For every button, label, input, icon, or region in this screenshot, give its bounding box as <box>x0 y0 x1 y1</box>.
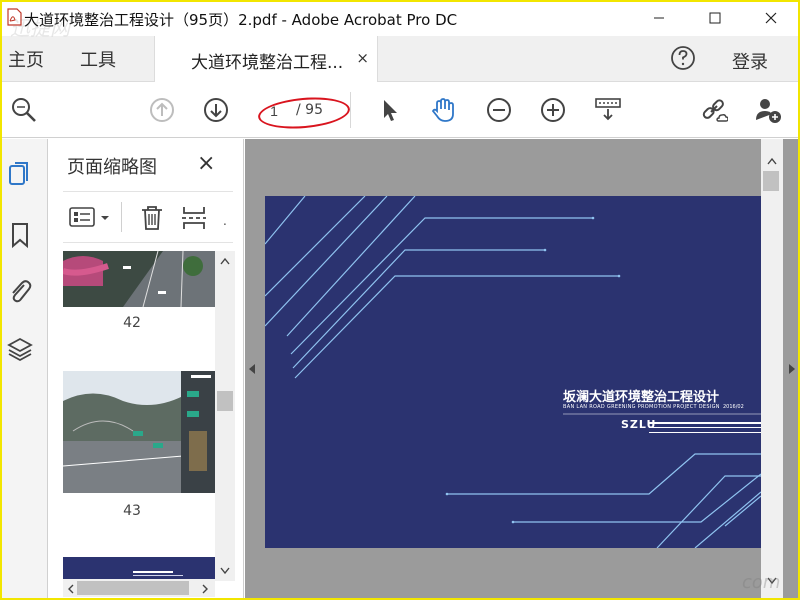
thumbnail-42-number: 42 <box>123 315 141 331</box>
collapse-left-panel-icon[interactable] <box>248 363 256 375</box>
thumbnail-list: 42 43 <box>49 251 215 587</box>
hand-tool-icon[interactable] <box>430 96 458 124</box>
document-view[interactable]: 坂澜大道环境整治工程设计 BAN LAN ROAD GREENING PROMO… <box>245 139 798 598</box>
previous-page-icon[interactable] <box>148 96 176 124</box>
tab-document[interactable]: 大道环境整治工程... × <box>154 36 378 82</box>
page-thumbnails-panel: 页面缩略图 × . 42 43 <box>49 139 244 598</box>
thumbnails-vertical-scrollbar[interactable] <box>215 251 235 581</box>
zoom-out-icon[interactable] <box>485 96 513 124</box>
thumbnail-page-42[interactable] <box>63 251 215 307</box>
cover-logo: SZLU <box>621 418 657 431</box>
more-tools-dot[interactable]: . <box>223 214 227 228</box>
insert-page-icon[interactable] <box>181 204 207 232</box>
thumbnail-42-image <box>63 251 215 307</box>
document-scroll-thumb[interactable] <box>763 171 779 191</box>
thumbnails-scroll-thumb[interactable] <box>217 391 233 411</box>
highlight-annotation-oval <box>256 94 352 132</box>
collapse-right-panel-icon[interactable] <box>788 363 796 375</box>
thumbnails-panel-title: 页面缩略图 <box>67 157 157 178</box>
thumbnails-toolbar: . <box>63 191 233 243</box>
toolbar-divider <box>350 92 351 128</box>
cover-subtitle: BAN LAN ROAD GREENING PROMOTION PROJECT … <box>563 404 720 410</box>
maximize-button[interactable] <box>690 2 740 34</box>
keyboard-tools-icon[interactable] <box>594 96 622 124</box>
login-button[interactable]: 登录 <box>732 48 768 74</box>
thumbnail-43-image <box>63 371 215 493</box>
pdf-page: 坂澜大道环境整治工程设计 BAN LAN ROAD GREENING PROMO… <box>265 196 761 548</box>
next-page-icon[interactable] <box>202 96 230 124</box>
thumbnails-hscroll-thumb[interactable] <box>77 581 189 595</box>
thumbnails-panel-close-button[interactable]: × <box>197 151 215 176</box>
acrobat-window: 大道环境整治工程设计（95页）2.pdf - Adobe Acrobat Pro… <box>0 0 800 600</box>
cover-line-art <box>265 196 761 548</box>
tab-tools[interactable]: 工具 <box>80 46 116 72</box>
document-tab-close-button[interactable]: × <box>356 49 369 67</box>
cover-date: 2016/02 <box>723 404 744 410</box>
bookmark-icon[interactable] <box>7 221 33 249</box>
page-thumbnails-icon[interactable] <box>7 159 33 187</box>
share-link-icon[interactable] <box>700 96 728 124</box>
trash-icon[interactable] <box>139 204 165 232</box>
window-title: 大道环境整治工程设计（95页）2.pdf - Adobe Acrobat Pro… <box>24 11 458 29</box>
attachment-icon[interactable] <box>7 277 33 305</box>
add-user-icon[interactable] <box>754 96 782 124</box>
tab-home[interactable]: 主页 <box>8 46 44 72</box>
minimize-icon <box>654 17 664 19</box>
scroll-left-arrow-icon[interactable] <box>67 584 75 594</box>
watermark-top-left: 迅捷网 <box>10 16 70 40</box>
left-rail <box>2 139 48 598</box>
close-icon <box>765 12 777 24</box>
cover-title: 坂澜大道环境整治工程设计 <box>563 390 720 405</box>
thumbnails-toolbar-divider <box>121 202 122 232</box>
zoom-in-icon[interactable] <box>539 96 567 124</box>
title-bar: 大道环境整治工程设计（95页）2.pdf - Adobe Acrobat Pro… <box>2 2 798 36</box>
thumbnail-page-43[interactable] <box>63 371 215 493</box>
scroll-right-arrow-icon[interactable] <box>201 584 209 594</box>
maximize-icon <box>709 12 721 24</box>
document-tab-label: 大道环境整治工程... <box>191 53 344 73</box>
scroll-up-arrow-icon[interactable] <box>220 257 230 265</box>
tab-bar: 主页 工具 大道环境整治工程... × 登录 <box>2 36 798 82</box>
minimize-button[interactable] <box>634 2 684 34</box>
watermark-bottom-right: com <box>742 572 781 593</box>
thumbnails-horizontal-scrollbar[interactable] <box>63 579 215 597</box>
select-cursor-icon[interactable] <box>376 96 404 124</box>
thumbnail-options-icon[interactable] <box>69 206 115 230</box>
scroll-down-arrow-icon[interactable] <box>220 567 230 575</box>
close-button[interactable] <box>746 2 796 34</box>
toolbar: / 95 <box>2 82 798 138</box>
layers-icon[interactable] <box>7 335 33 363</box>
question-circle-icon[interactable] <box>670 45 696 71</box>
zoom-search-icon[interactable] <box>10 96 38 124</box>
doc-scroll-up-arrow-icon[interactable] <box>767 157 777 165</box>
document-vertical-scrollbar[interactable] <box>761 139 783 598</box>
thumbnail-43-number: 43 <box>123 503 141 519</box>
